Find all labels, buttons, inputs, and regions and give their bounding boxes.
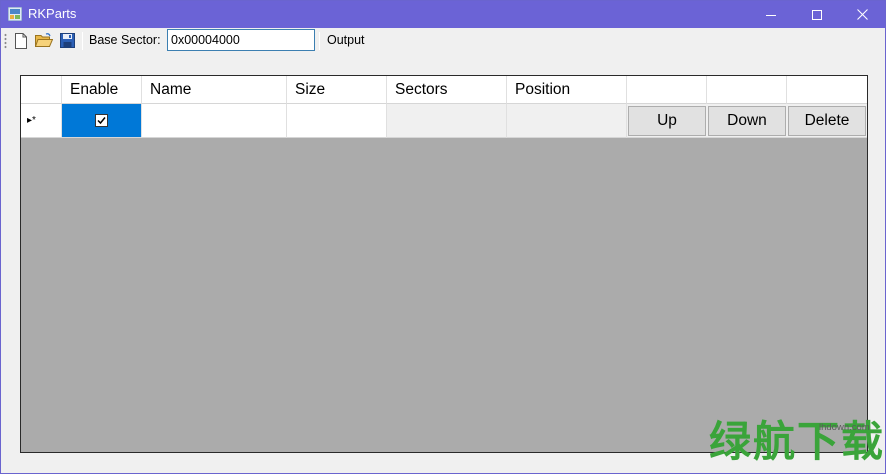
- minimize-icon: [766, 14, 776, 16]
- open-folder-icon: [34, 33, 53, 47]
- name-cell[interactable]: [142, 104, 287, 138]
- close-icon: [856, 9, 868, 20]
- down-button[interactable]: Down: [708, 106, 786, 136]
- size-cell[interactable]: [287, 104, 387, 138]
- column-header-sectors[interactable]: Sectors: [387, 76, 507, 104]
- sectors-cell: [387, 104, 507, 138]
- toolbar: Base Sector: Output: [1, 28, 885, 53]
- minimize-button[interactable]: [748, 1, 794, 28]
- parts-grid[interactable]: Enable Name Size Sectors Position ▸* Up …: [20, 75, 868, 453]
- base-sector-label: Base Sector:: [89, 33, 161, 47]
- column-header-up[interactable]: [627, 76, 707, 104]
- output-button[interactable]: Output: [327, 33, 365, 47]
- column-header-size[interactable]: Size: [287, 76, 387, 104]
- column-header-enable[interactable]: Enable: [62, 76, 142, 104]
- app-window: RKParts Base Sector: 0x00004000 Output E…: [0, 0, 886, 474]
- column-header-delete[interactable]: [787, 76, 867, 104]
- maximize-icon: [812, 9, 822, 20]
- toolbar-grip[interactable]: [4, 33, 7, 49]
- enable-checkbox[interactable]: [95, 114, 108, 127]
- enable-cell[interactable]: [62, 104, 142, 138]
- row-header-corner[interactable]: [21, 76, 62, 104]
- open-button[interactable]: [34, 31, 53, 50]
- title-bar[interactable]: RKParts: [1, 1, 885, 28]
- new-row-indicator[interactable]: ▸*: [21, 104, 62, 138]
- close-button[interactable]: [839, 1, 885, 28]
- column-header-name[interactable]: Name: [142, 76, 287, 104]
- window-title: RKParts: [28, 6, 77, 21]
- toolbar-separator: [82, 32, 83, 50]
- save-button[interactable]: [58, 31, 77, 50]
- save-disk-icon: [60, 33, 75, 48]
- app-icon: [7, 6, 23, 22]
- position-cell: [507, 104, 627, 138]
- up-button[interactable]: Up: [628, 106, 706, 136]
- base-sector-input[interactable]: [167, 29, 315, 51]
- column-header-down[interactable]: [707, 76, 787, 104]
- new-file-icon: [14, 32, 27, 49]
- delete-button[interactable]: Delete: [788, 106, 866, 136]
- toolbar-separator: [319, 32, 320, 50]
- maximize-button[interactable]: [794, 1, 840, 28]
- column-header-position[interactable]: Position: [507, 76, 627, 104]
- new-button[interactable]: [11, 31, 30, 50]
- watermark-url: lhdown.com: [819, 422, 870, 433]
